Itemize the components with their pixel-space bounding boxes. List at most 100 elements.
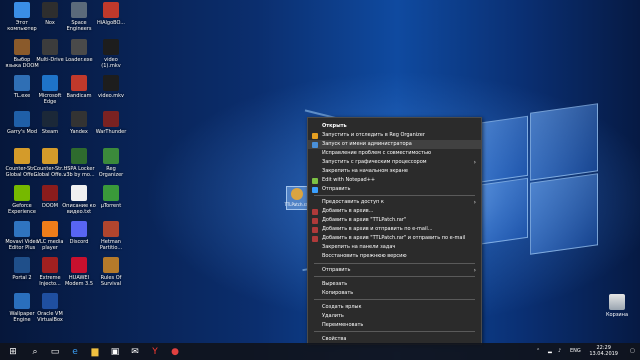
start-icon[interactable]: ⊞: [4, 343, 22, 360]
explorer-icon[interactable]: ▆: [86, 343, 104, 360]
context-menu-item[interactable]: Вырезать: [308, 280, 481, 289]
desktop-icon[interactable]: Loader.exe: [62, 39, 96, 63]
menu-item-label: Edit with Notepad++: [322, 177, 376, 183]
desktop-icon-label: Rules Of Survival: [100, 275, 122, 287]
wallpaper-engine-icon: [14, 293, 30, 309]
context-menu-item[interactable]: Создать ярлык: [308, 303, 481, 312]
warthunder-icon: [103, 111, 119, 127]
video-file-icon: [103, 75, 119, 91]
desktop-icon[interactable]: HSPA Locker v3b by mo...: [62, 148, 96, 178]
desktop-icon-label: Reg Organizer: [98, 166, 124, 178]
portal2-icon: [14, 257, 30, 273]
context-menu-item[interactable]: Отправить: [308, 185, 481, 194]
menu-item-label: Переименовать: [322, 322, 364, 328]
desktop-icon[interactable]: HiAlgoBO...: [94, 2, 128, 26]
doom-lang-icon: [14, 39, 30, 55]
desktop-icon[interactable]: Bandicam: [62, 75, 96, 99]
desktop-icon-label: video.mkv: [98, 93, 124, 99]
desktop-icon-label: HUAWEI Modem 3.5: [64, 275, 94, 287]
desktop-icon[interactable]: video (1).mkv: [94, 39, 128, 69]
context-menu-item[interactable]: Добавить в архив "TTLPatch.rar" и отправ…: [308, 234, 481, 243]
network-icon[interactable]: ▂: [548, 343, 552, 360]
chevron-right-icon: ›: [473, 199, 476, 206]
context-menu-item[interactable]: Добавить в архив и отправить по e-mail..…: [308, 225, 481, 234]
context-menu-item[interactable]: Отправить ›: [308, 266, 481, 275]
yandex-icon: [71, 111, 87, 127]
menu-item-label: Удалить: [322, 313, 344, 319]
edge-icon: [42, 75, 58, 91]
menu-item-label: Открыть: [322, 123, 347, 129]
desktop-icon-label: HiAlgoBO...: [96, 20, 126, 26]
desktop-icon[interactable]: Hetman Partitio...: [94, 221, 128, 251]
vlc-icon: [42, 221, 58, 237]
menu-item-label: Запустить с графическим процессором: [322, 159, 427, 165]
menu-item-label: Отправить: [322, 267, 351, 273]
space-engineers-icon: [71, 2, 87, 18]
context-menu-item[interactable]: Edit with Notepad++: [308, 176, 481, 185]
desktop-icon-label: Yandex: [70, 129, 88, 135]
desktop-icon-label: µTorrent: [100, 203, 122, 209]
winrar-icon: [312, 235, 318, 242]
tray-arrow-icon[interactable]: ⌃: [536, 343, 540, 360]
hetman-icon: [103, 221, 119, 237]
yandex-icon[interactable]: Y: [146, 343, 164, 360]
menu-item-label: Предоставить доступ к: [322, 199, 384, 205]
task-view-icon[interactable]: ▭: [46, 343, 64, 360]
desktop-icon[interactable]: Space Engineers: [62, 2, 96, 32]
language-indicator[interactable]: ENG: [570, 343, 581, 360]
context-menu-item[interactable]: Переименовать: [308, 321, 481, 330]
context-menu-item[interactable]: Запуск от имени администратора: [308, 140, 481, 149]
csgo-icon: [42, 148, 58, 164]
edge-icon[interactable]: e: [66, 343, 84, 360]
csgo-icon: [14, 148, 30, 164]
context-menu-item[interactable]: Предоставить доступ к ›: [308, 198, 481, 207]
desktop-icon[interactable]: Reg Organizer: [94, 148, 128, 178]
desktop-icon[interactable]: HUAWEI Modem 3.5: [62, 257, 96, 287]
injector-icon: [42, 257, 58, 273]
bandicam-icon[interactable]: ●: [166, 343, 184, 360]
clock[interactable]: 22:29 13.04.2019: [589, 345, 618, 357]
menu-item-label: Создать ярлык: [322, 304, 362, 310]
recycle-bin[interactable]: Корзина: [600, 294, 634, 318]
context-menu-item[interactable]: Исправление проблем с совместимостью: [308, 149, 481, 158]
context-menu-item[interactable]: Запустить с графическим процессором ›: [308, 158, 481, 167]
desktop-icon-label: Bandicam: [66, 93, 92, 99]
context-menu-item[interactable]: Добавить в архив "TTLPatch.rar": [308, 216, 481, 225]
menu-item-label: Запуск от имени администратора: [322, 141, 412, 147]
context-menu-item[interactable]: Добавить в архив...: [308, 207, 481, 216]
desktop-icon[interactable]: video.mkv: [94, 75, 128, 99]
menu-item-label: Добавить в архив "TTLPatch.rar" и отправ…: [322, 235, 466, 241]
computer-icon: [14, 2, 30, 18]
gmod-icon: [14, 111, 30, 127]
clock-date: 13.04.2019: [589, 351, 618, 357]
menu-item-label: Вырезать: [322, 281, 348, 287]
context-menu-item[interactable]: Запустить и отследить в Reg Organizer: [308, 131, 481, 140]
desktop-icon[interactable]: WarThunder: [94, 111, 128, 135]
desktop-icon[interactable]: Oracle VM VirtualBox: [33, 293, 67, 323]
desktop-icon-label: Discord: [69, 239, 89, 245]
recycle-bin-label: Корзина: [605, 312, 629, 318]
volume-icon[interactable]: ♪: [558, 343, 561, 360]
store-icon[interactable]: ▣: [106, 343, 124, 360]
context-menu-item[interactable]: Удалить: [308, 312, 481, 321]
desktop-icon[interactable]: Yandex: [62, 111, 96, 135]
desktop-icon[interactable]: Описание ко видео.txt: [62, 185, 96, 215]
doom-icon: [42, 185, 58, 201]
context-menu-item[interactable]: Закрепить на панели задач: [308, 243, 481, 252]
discord-icon: [71, 221, 87, 237]
search-icon[interactable]: ⌕: [26, 343, 44, 360]
context-menu-item[interactable]: Восстановить прежнюю версию: [308, 252, 481, 261]
desktop-icon[interactable]: Discord: [62, 221, 96, 245]
context-menu-item[interactable]: Копировать: [308, 289, 481, 298]
reg-organizer-icon: [103, 148, 119, 164]
context-menu-item[interactable]: Закрепить на начальном экране: [308, 167, 481, 176]
desktop-icon[interactable]: µTorrent: [94, 185, 128, 209]
winrar-icon: [312, 226, 318, 233]
context-menu-item[interactable]: Открыть: [308, 122, 481, 131]
mail-icon[interactable]: ✉: [126, 343, 144, 360]
dragged-file[interactable]: TTLPatch.rar: [284, 186, 310, 210]
desktop-icon[interactable]: Rules Of Survival: [94, 257, 128, 287]
video-file-icon: [103, 39, 119, 55]
menu-item-label: Отправить: [322, 186, 351, 192]
notifications-icon[interactable]: ▢: [630, 343, 635, 360]
